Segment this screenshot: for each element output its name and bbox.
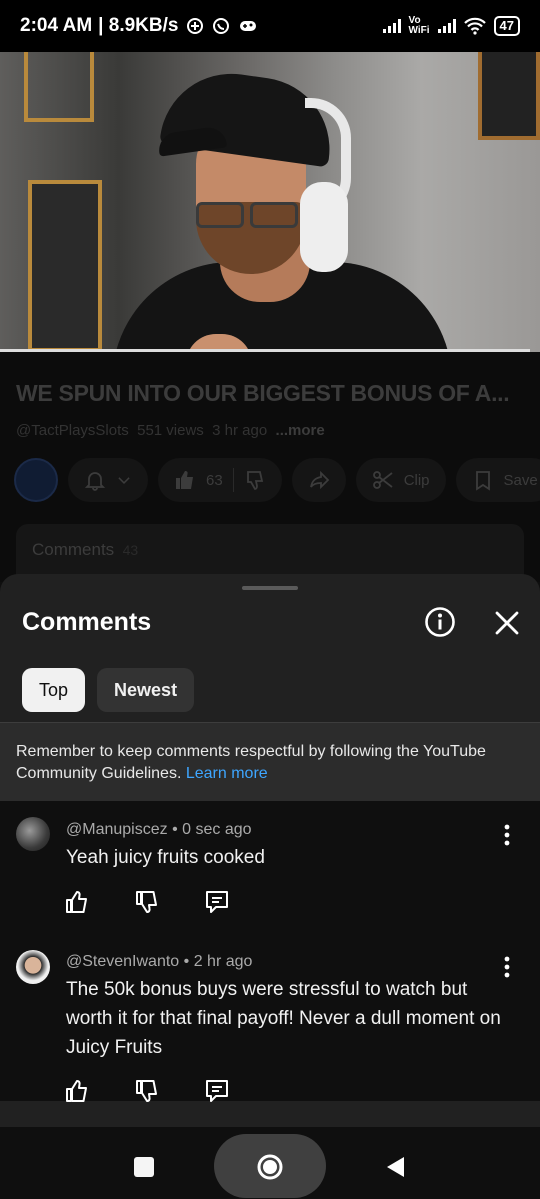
upload-age: 3 hr ago [212,422,268,439]
reply-icon[interactable] [204,1078,230,1104]
subscribe-bell-button [68,458,148,502]
comment-separator: • [167,821,183,838]
bell-icon [84,472,106,491]
background-frame [478,52,540,140]
wifi-icon [463,17,486,35]
share-button [291,458,346,502]
sheet-title: Comments [22,608,152,636]
like-count: 63 [206,471,223,489]
learn-more-link[interactable]: Learn more [186,765,268,782]
comment-author-line[interactable]: @Manupiscez • 0 sec ago [66,821,252,839]
comment-text: Yeah juicy fruits cooked [66,847,265,868]
system-nav-bar [0,1127,540,1199]
tab-top[interactable]: Top [22,668,86,712]
thumbs-down-icon [246,471,263,490]
vowifi-indicator: Vo WiFi [408,15,430,36]
share-icon [309,470,329,490]
chevron-down-icon [118,477,130,484]
more-vertical-icon[interactable] [498,955,516,979]
comment-author: @Manupiscez [66,821,168,838]
watch-page-dimmed: WE SPUN INTO OUR BIGGEST BONUS OF A... @… [0,352,540,594]
community-guidelines-notice: Remember to keep comments respectful by … [0,723,540,801]
info-icon[interactable] [424,606,456,638]
signal-icon [382,19,401,33]
clip-button: Clip [355,458,446,502]
more-link: ...more [275,422,325,439]
more-vertical-icon[interactable] [498,823,516,847]
status-bar: 2:04 AM | 8.9KB/s Vo WiFi 47 [0,0,540,52]
comments-teaser-count: 43 [122,542,139,558]
background-frame [24,52,94,122]
video-title: WE SPUN INTO OUR BIGGEST BONUS OF A... [16,380,510,406]
sort-chips: Top Newest [22,668,195,712]
comment-time: 2 hr ago [193,953,253,970]
video-player[interactable] [0,52,540,352]
notification-icons [186,17,258,35]
headphones-cup [300,182,348,272]
game-controller-icon [240,21,257,31]
thumbs-down-icon[interactable] [134,889,160,915]
thumbs-up-icon [176,471,193,489]
close-icon[interactable] [492,608,522,638]
signal-icon-2 [437,19,456,33]
avatar[interactable] [16,950,50,984]
home-icon[interactable] [256,1153,284,1181]
comments-list: @Manupiscez • 0 sec ago Yeah juicy fruit… [0,801,540,1104]
clip-label: Clip [403,471,430,489]
background-frame [28,180,102,352]
status-network-speed: | 8.9KB/s [98,15,179,36]
comment-time: 0 sec ago [182,821,252,838]
back-icon[interactable] [384,1155,408,1179]
reply-icon[interactable] [204,889,230,915]
thumbs-up-icon[interactable] [64,1078,90,1104]
view-count: 551 views [137,422,204,439]
comment-separator: • [179,953,194,970]
save-label: Save [503,471,538,489]
video-meta: @TactPlaysSlots 551 views 3 hr ago ...mo… [16,422,325,439]
comment-author: @StevenIwanto [66,953,180,970]
recents-button[interactable] [134,1157,154,1177]
avatar[interactable] [16,817,50,851]
video-person-glasses [186,202,306,230]
thumbs-down-icon[interactable] [134,1078,160,1104]
video-actions: 63 Clip Save [14,458,540,502]
comment-author-line[interactable]: @StevenIwanto • 2 hr ago [66,953,252,971]
comment-actions [64,889,230,915]
bookmark-icon [475,471,490,491]
status-time: 2:04 AM [20,15,93,36]
whatsapp-icon [213,18,230,34]
comment-actions [64,1078,230,1104]
save-button: Save [455,458,540,502]
comments-sheet: Comments Top Newest Remember to keep com… [0,574,540,1199]
sheet-drag-handle[interactable] [242,586,298,590]
tab-newest[interactable]: Newest [97,668,195,712]
plus-circle-icon [187,18,204,34]
thumbs-up-icon[interactable] [64,889,90,915]
battery-indicator: 47 [493,16,520,36]
comment-text: The 50k bonus buys were stressful to wat… [66,979,501,1058]
channel-avatar [14,458,58,502]
comments-teaser-label: Comments [32,540,115,559]
scissors-icon [372,471,393,489]
like-dislike-button: 63 [158,458,282,502]
status-right-icons: Vo WiFi 47 [382,15,520,36]
channel-handle: @TactPlaysSlots [16,422,129,439]
